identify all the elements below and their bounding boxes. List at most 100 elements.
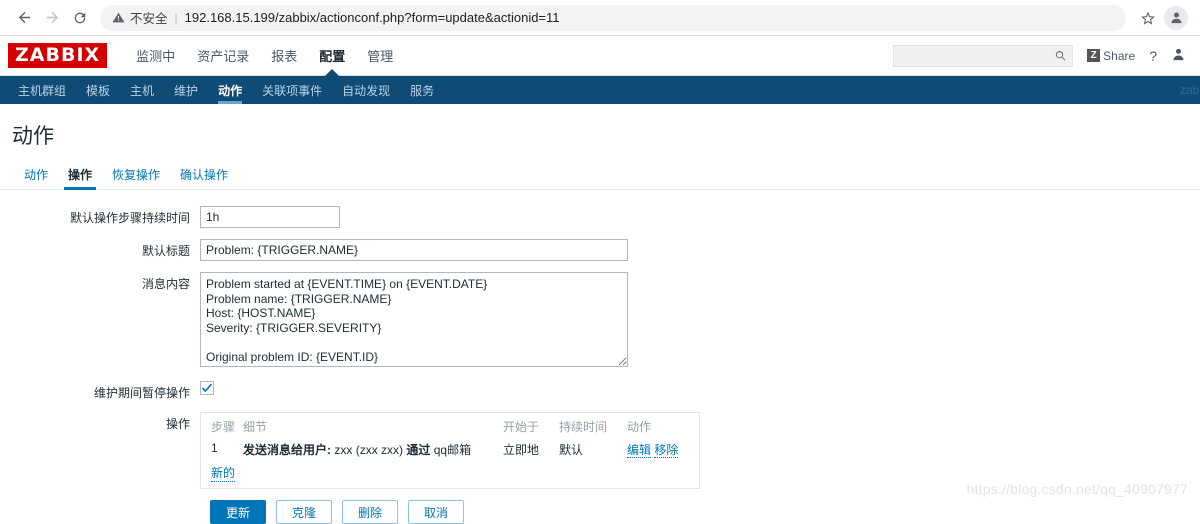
not-secure-icon (112, 11, 125, 24)
default-subject-input[interactable] (200, 239, 628, 261)
sub-nav-item-maintenance[interactable]: 维护 (164, 76, 208, 104)
clone-button[interactable]: 克隆 (276, 500, 332, 524)
sub-nav-label: 维护 (174, 83, 199, 98)
star-icon (1141, 11, 1155, 25)
field-default-step-duration: 默认操作步骤持续时间 (0, 206, 1200, 228)
tab-label: 确认操作 (180, 168, 229, 182)
pause-on-maintenance-checkbox[interactable] (200, 381, 214, 395)
back-arrow-icon (18, 11, 30, 24)
update-button[interactable]: 更新 (210, 500, 266, 524)
sub-nav-label: 模板 (86, 83, 111, 98)
field-label: 操作 (165, 417, 190, 431)
forward-button[interactable] (38, 4, 66, 32)
operation-type-label: 发送消息给用户: (243, 443, 332, 457)
operations-table-container: 步骤 细节 开始于 持续时间 动作 1 发送消息给用户: zxx (zxx zx… (200, 412, 700, 489)
browser-toolbar: 不安全 | 192.168.15.199/zabbix/actionconf.p… (0, 0, 1200, 36)
profile-button[interactable] (1162, 4, 1190, 32)
address-bar[interactable]: 不安全 | 192.168.15.199/zabbix/actionconf.p… (100, 4, 1126, 31)
tab-operations[interactable]: 操作 (58, 166, 102, 190)
cell-start-in: 立即地 (503, 443, 540, 457)
sub-nav-item-services[interactable]: 服务 (400, 76, 444, 104)
sub-nav-item-hosts[interactable]: 主机 (120, 76, 164, 104)
main-nav-item-reports[interactable]: 报表 (260, 36, 308, 75)
sub-nav-label: 动作 (218, 83, 243, 98)
cell-duration: 默认 (559, 443, 584, 457)
column-header-details: 细节 (243, 420, 268, 434)
profile-avatar-icon (1164, 5, 1188, 30)
url-text: 192.168.15.199/zabbix/actionconf.php?for… (184, 10, 560, 25)
tab-recovery-operations[interactable]: 恢复操作 (102, 166, 170, 189)
column-header-action: 动作 (627, 420, 652, 434)
remove-operation-link[interactable]: 移除 (654, 443, 679, 458)
page-title: 动作 (12, 125, 54, 148)
share-button[interactable]: Z Share (1087, 49, 1135, 63)
sub-nav-item-event-correlation[interactable]: 关联项事件 (252, 76, 332, 104)
form-buttons: 更新 克隆 删除 取消 (0, 500, 1200, 524)
operation-via-label: 通过 (406, 443, 431, 457)
tab-label: 恢复操作 (112, 168, 161, 182)
cell-step: 1 (211, 441, 218, 455)
main-nav-item-configuration[interactable]: 配置 (308, 36, 356, 75)
main-nav-label: 配置 (319, 49, 346, 64)
edit-operation-link[interactable]: 编辑 (627, 443, 652, 458)
search-input[interactable] (900, 47, 1054, 64)
checkmark-icon (202, 383, 212, 392)
help-button[interactable]: ? (1149, 48, 1157, 64)
column-header-start-in: 开始于 (503, 420, 540, 434)
share-badge-icon: Z (1087, 49, 1101, 62)
delete-button[interactable]: 删除 (342, 500, 398, 524)
bookmark-button[interactable] (1134, 4, 1162, 32)
main-nav-item-inventory[interactable]: 资产记录 (186, 36, 260, 75)
field-label: 默认标题 (141, 244, 190, 258)
sub-nav-label: 主机群组 (18, 83, 67, 98)
sub-nav-label: 服务 (410, 83, 435, 98)
column-header-duration: 持续时间 (559, 420, 608, 434)
back-button[interactable] (10, 4, 38, 32)
main-nav-label: 管理 (367, 49, 394, 64)
tab-action[interactable]: 动作 (14, 166, 58, 189)
field-operations: 操作 步骤 细节 开始于 持续时间 动作 1 发送消息给用户: zxx (zxx… (0, 412, 1200, 489)
cancel-button[interactable]: 取消 (408, 500, 464, 524)
field-message-content: 消息内容 Problem started at {EVENT.TIME} on … (0, 272, 1200, 370)
sub-nav-item-actions[interactable]: 动作 (208, 76, 252, 104)
not-secure-label: 不安全 (130, 12, 168, 26)
reload-icon (74, 12, 86, 23)
table-row: 1 发送消息给用户: zxx (zxx zxx) 通过 qq邮箱 立即地 默认 … (207, 439, 693, 460)
sub-nav-label: 关联项事件 (262, 83, 323, 98)
field-default-subject: 默认标题 (0, 239, 1200, 261)
sub-nav-item-discovery[interactable]: 自动发现 (332, 76, 400, 104)
user-icon (1173, 48, 1184, 60)
tab-acknowledge-operations[interactable]: 确认操作 (170, 166, 238, 189)
main-nav-item-monitoring[interactable]: 监测中 (125, 36, 186, 75)
new-operation-link[interactable]: 新的 (211, 464, 236, 482)
main-nav-label: 监测中 (136, 49, 176, 64)
sub-nav-item-host-groups[interactable]: 主机群组 (8, 76, 76, 104)
field-label: 维护期间暂停操作 (93, 386, 190, 400)
main-nav-label: 资产记录 (197, 49, 250, 64)
header-right-area: Z Share ? (893, 44, 1186, 67)
reload-button[interactable] (66, 4, 94, 32)
global-search-box[interactable] (893, 44, 1074, 67)
sub-nav-overflow-text: zab (1180, 83, 1200, 97)
form-tabs: 动作 操作 恢复操作 确认操作 (0, 162, 1200, 190)
message-content-textarea[interactable]: Problem started at {EVENT.TIME} on {EVEN… (200, 272, 628, 367)
operations-form: 默认操作步骤持续时间 默认标题 消息内容 Problem started at … (0, 190, 1200, 524)
user-profile-button[interactable] (1171, 47, 1186, 65)
sub-navigation: 主机群组 模板 主机 维护 动作 关联项事件 自动发现 服务 zab (0, 76, 1200, 104)
operation-media-type: qq邮箱 (433, 443, 472, 457)
sub-nav-label: 自动发现 (342, 83, 391, 98)
forward-arrow-icon (46, 11, 58, 24)
default-step-duration-input[interactable] (200, 206, 340, 228)
main-nav-item-administration[interactable]: 管理 (356, 36, 404, 75)
tab-label: 动作 (24, 168, 49, 182)
column-header-step: 步骤 (211, 420, 236, 434)
zabbix-header: ZABBIX 监测中 资产记录 报表 配置 管理 Z Share ? (0, 36, 1200, 76)
watermark-text: https://blog.csdn.net/qq_40907977 (966, 481, 1188, 497)
search-icon (1055, 51, 1065, 61)
field-label: 消息内容 (141, 277, 190, 291)
sub-nav-label: 主机 (130, 83, 155, 98)
table-header-row: 步骤 细节 开始于 持续时间 动作 (207, 417, 693, 439)
omnibox-separator: | (174, 10, 178, 25)
zabbix-logo[interactable]: ZABBIX (8, 43, 108, 68)
sub-nav-item-templates[interactable]: 模板 (76, 76, 120, 104)
